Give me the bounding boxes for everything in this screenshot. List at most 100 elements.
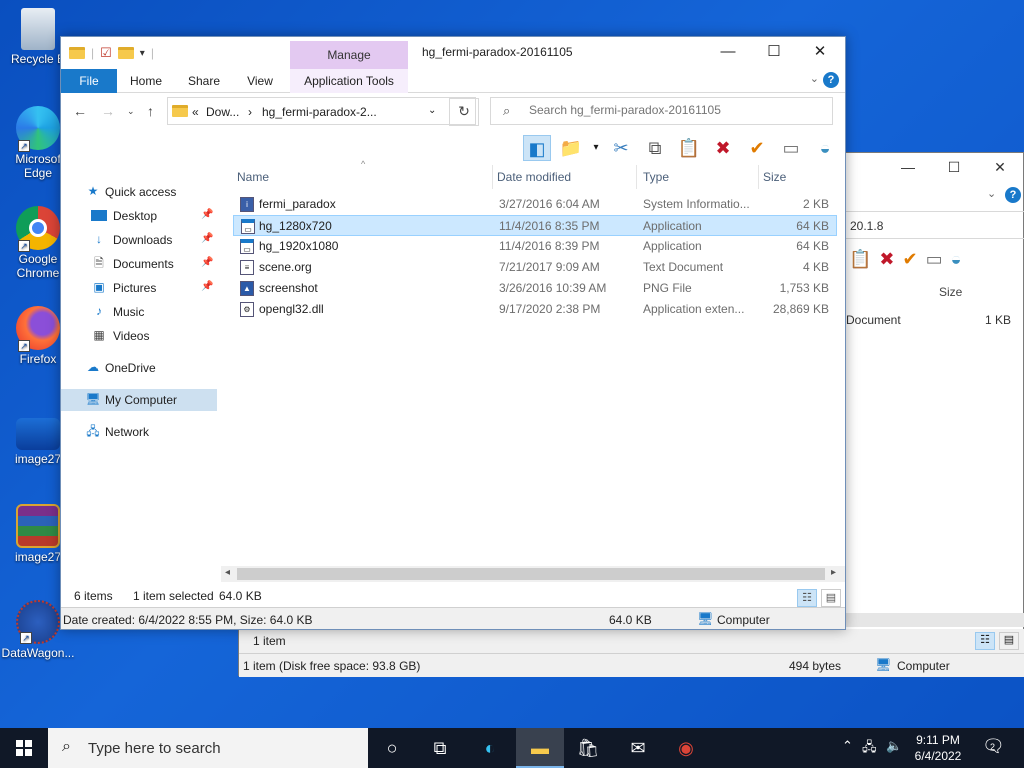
manage-tab[interactable]: Manage xyxy=(290,41,408,69)
file-row[interactable]: ▲ screenshot 3/26/2016 10:39 AM PNG File… xyxy=(233,278,837,299)
file-name: fermi_paradox xyxy=(259,197,336,211)
preview-pane-icon[interactable]: ◧ xyxy=(523,135,551,161)
breadcrumb-current[interactable]: hg_fermi-paradox-2... xyxy=(262,105,377,119)
scroll-right-icon[interactable]: ▸ xyxy=(831,567,836,578)
file-name: opengl32.dll xyxy=(259,302,324,316)
notification-center-icon[interactable]: 🗨 2 xyxy=(982,736,1005,757)
volume-icon[interactable]: 🔈 xyxy=(886,738,902,754)
file-row-selected[interactable]: ▭ hg_1280x720 11/4/2016 8:35 PM Applicat… xyxy=(233,215,837,236)
tab-application-tools[interactable]: Application Tools xyxy=(290,69,408,93)
bg-delete-icon[interactable]: ✖ xyxy=(879,249,894,270)
file-explorer-taskbar-icon[interactable]: ▬ xyxy=(516,728,564,768)
network-icon[interactable]: 🖧 xyxy=(862,738,877,760)
address-bar[interactable]: « Dow... › hg_fermi-paradox-2... ⌄ xyxy=(167,97,476,125)
search-input[interactable] xyxy=(529,103,819,117)
shell-icon[interactable]: ◒ xyxy=(811,135,839,161)
refresh-button[interactable]: ↻ xyxy=(449,98,479,126)
bg-ribbon-chevron-icon[interactable]: ⌄ xyxy=(987,187,996,200)
chrome-taskbar-icon[interactable]: ◉ xyxy=(662,728,710,768)
recent-locations-icon[interactable]: ⌄ xyxy=(127,106,135,117)
file-row[interactable]: ≡ scene.org 7/21/2017 9:09 AM Text Docum… xyxy=(233,257,837,278)
tab-home[interactable]: Home xyxy=(123,69,169,93)
tab-file[interactable]: File xyxy=(61,69,117,93)
taskbar-search[interactable]: ⌕ Type here to search xyxy=(48,728,368,768)
clock[interactable]: 9:11 PM 6/4/2022 xyxy=(910,732,966,764)
bg-column-size[interactable]: Size xyxy=(939,285,962,299)
bg-maximize-button[interactable]: ☐ xyxy=(939,159,969,176)
help-icon[interactable]: ? xyxy=(823,72,839,88)
search-icon: ⌕ xyxy=(62,738,71,755)
sidebar-item-my-computer[interactable]: 🖥 My Computer xyxy=(61,389,217,411)
sidebar-item-downloads[interactable]: ↓ Downloads 📌 xyxy=(61,229,217,251)
bg-address-bar[interactable]: 20.1.8 xyxy=(843,211,1024,239)
file-row[interactable]: i fermi_paradox 3/27/2016 6:04 AM System… xyxy=(233,194,837,215)
dll-file-icon: ⚙ xyxy=(240,302,254,317)
address-overflow[interactable]: « xyxy=(192,105,199,119)
paste-icon[interactable]: 📋 xyxy=(675,135,703,161)
bg-check-icon[interactable]: ✔ xyxy=(903,249,918,270)
show-hidden-icons-icon[interactable]: ⌃ xyxy=(842,738,853,754)
new-folder-icon[interactable] xyxy=(117,47,134,59)
scroll-thumb[interactable] xyxy=(237,568,825,580)
breadcrumb-downloads[interactable]: Dow... xyxy=(206,105,239,119)
bg-shell-icon[interactable]: ◒ xyxy=(951,249,962,270)
search-box[interactable]: ⌕ xyxy=(490,97,833,125)
forward-arrow-icon[interactable]: → xyxy=(101,103,115,119)
column-size[interactable]: Size xyxy=(763,165,833,189)
sidebar-item-pictures[interactable]: ▣ Pictures 📌 xyxy=(61,277,217,299)
copy-icon[interactable]: ⧉ xyxy=(641,135,669,161)
bg-details-view-icon[interactable]: ☷ xyxy=(975,632,995,650)
check-icon[interactable]: ✔ xyxy=(743,135,771,161)
up-arrow-icon[interactable]: ↑ xyxy=(147,103,154,119)
customize-qat-icon[interactable]: ▾ xyxy=(140,48,145,59)
expand-ribbon-icon[interactable]: ⌄ xyxy=(810,72,819,85)
delete-icon[interactable]: ✖ xyxy=(709,135,737,161)
properties-folder-icon[interactable]: 📁 xyxy=(557,135,585,161)
sidebar-item-quick-access[interactable]: ★ Quick access xyxy=(61,181,217,203)
sidebar-item-videos[interactable]: ▦ Videos xyxy=(61,325,217,347)
explorer-window[interactable]: | ☑ ▾ | Manage hg_fermi-paradox-20161105… xyxy=(60,36,846,630)
task-view-icon[interactable]: ⧉ xyxy=(416,728,464,768)
edge-icon: ↗ xyxy=(16,106,60,152)
maximize-button[interactable]: ☐ xyxy=(751,37,797,69)
bg-toolbar: 📋 ✖ ✔ ▭ ◒ xyxy=(849,249,962,270)
bg-minimize-button[interactable]: — xyxy=(893,159,923,175)
dropdown-icon[interactable]: ▾ xyxy=(591,135,601,161)
address-dropdown-icon[interactable]: ⌄ xyxy=(428,105,436,116)
column-name[interactable]: Name xyxy=(237,165,493,189)
properties-icon[interactable]: ☑ xyxy=(100,45,112,61)
file-row[interactable]: ▭ hg_1920x1080 11/4/2016 8:39 PM Applica… xyxy=(233,236,837,257)
start-button[interactable] xyxy=(0,728,48,768)
app-toolbar: ◧ 📁 ▾ ✂ ⧉ 📋 ✖ ✔ ▭ ◒ xyxy=(523,133,839,163)
date: 6/4/2022 xyxy=(914,749,962,763)
large-icons-view-icon[interactable]: ▤ xyxy=(821,589,841,607)
sidebar-item-music[interactable]: ♪ Music xyxy=(61,301,217,323)
bg-large-icons-view-icon[interactable]: ▤ xyxy=(999,632,1019,650)
back-arrow-icon[interactable]: ← xyxy=(73,103,87,119)
details-location: Computer xyxy=(717,613,770,627)
bg-help-icon[interactable]: ? xyxy=(1005,187,1021,203)
sidebar-item-onedrive[interactable]: ☁ OneDrive xyxy=(61,357,217,379)
cortana-icon[interactable]: ○ xyxy=(368,728,416,768)
sidebar-item-desktop[interactable]: Desktop 📌 xyxy=(61,205,217,227)
column-type[interactable]: Type xyxy=(643,165,759,189)
column-date-modified[interactable]: Date modified xyxy=(497,165,637,189)
file-row[interactable]: ⚙ opengl32.dll 9/17/2020 2:38 PM Applica… xyxy=(233,299,837,320)
rename-icon[interactable]: ▭ xyxy=(777,135,805,161)
close-button[interactable]: ✕ xyxy=(797,37,843,69)
mail-icon[interactable]: ✉ xyxy=(614,728,662,768)
minimize-button[interactable]: — xyxy=(705,37,751,69)
sidebar-item-documents[interactable]: 🗎 Documents 📌 xyxy=(61,253,217,275)
bg-rename-icon[interactable]: ▭ xyxy=(926,249,943,270)
bg-clipboard-icon[interactable]: 📋 xyxy=(849,249,871,270)
sidebar-item-network[interactable]: 🖧 Network xyxy=(61,421,217,443)
bg-close-button[interactable]: ✕ xyxy=(985,159,1015,176)
scroll-left-icon[interactable]: ◂ xyxy=(225,567,230,578)
details-view-icon[interactable]: ☷ xyxy=(797,589,817,607)
edge-taskbar-icon[interactable]: ◐ xyxy=(466,728,514,768)
horizontal-scrollbar[interactable]: ◂ ▸ xyxy=(221,566,845,582)
cut-icon[interactable]: ✂ xyxy=(607,135,635,161)
store-icon[interactable]: 🛍 xyxy=(564,728,612,768)
tab-view[interactable]: View xyxy=(237,69,283,93)
tab-share[interactable]: Share xyxy=(181,69,227,93)
